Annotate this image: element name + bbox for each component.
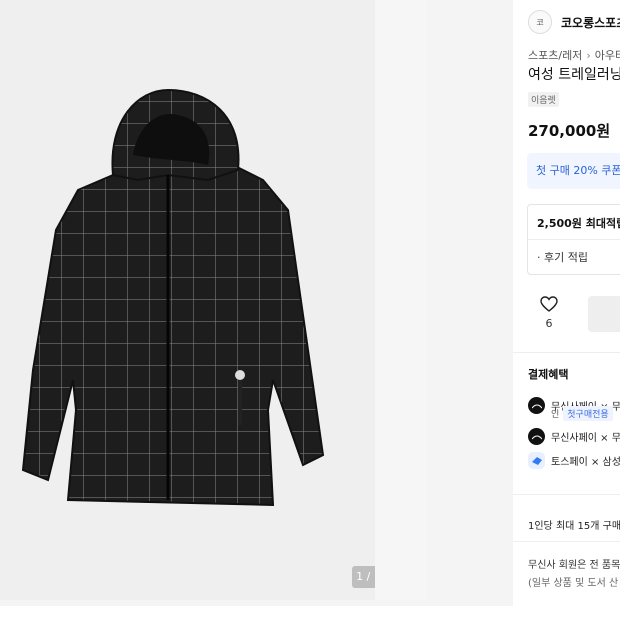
- like-count: 6: [545, 317, 553, 330]
- purchase-limit-text: 1인당 최대 15개 구매: [528, 521, 620, 532]
- first-badge-label: 첫구매전용: [563, 406, 613, 421]
- musinsa-pay-icon: [528, 428, 545, 445]
- breadcrumb-item[interactable]: 아우터: [595, 47, 620, 63]
- buy-button[interactable]: [588, 296, 620, 332]
- divider: [528, 239, 620, 240]
- chevron-right-icon: ›: [586, 48, 591, 62]
- product-title: 여성 트레일러닝: [528, 67, 620, 83]
- first-purchase-badge: 인 첫구매전용: [551, 406, 613, 421]
- brand-name[interactable]: 코오롱스포츠: [561, 14, 620, 31]
- payment-benefit-row[interactable]: 토스페이 × 삼성: [528, 452, 620, 469]
- product-page: 1 / 10 코 코오롱스포츠 스포츠/레저 › 아우터 여성 트레일러닝 이음…: [0, 0, 620, 620]
- payment-benefit-text: 무신사페이 × 무: [551, 433, 620, 444]
- breadcrumb: 스포츠/레저 › 아우터: [528, 47, 620, 63]
- page-bottom: [0, 606, 620, 620]
- divider: [513, 352, 620, 353]
- divider: [513, 494, 620, 495]
- heart-icon: [540, 296, 558, 312]
- divider: [513, 541, 620, 542]
- member-notice: 무신사 회원은 전 품목: [528, 560, 620, 571]
- brand-logo: 코: [528, 10, 552, 34]
- toss-pay-icon: [528, 452, 545, 469]
- payment-benefit-text: 토스페이 × 삼성: [551, 457, 620, 468]
- product-price: 270,000원: [528, 122, 611, 140]
- coupon-banner[interactable]: 첫 구매 20% 쿠폰 받: [527, 153, 620, 189]
- gallery-side-area: [375, 0, 427, 600]
- product-image[interactable]: [18, 80, 328, 510]
- payment-benefits-title: 결제혜택: [528, 368, 569, 381]
- musinsa-pay-icon: [528, 397, 545, 414]
- product-image-gallery[interactable]: 1 / 10: [0, 0, 412, 600]
- member-notice-sub: (일부 상품 및 도서 산: [528, 578, 619, 589]
- points-box: 2,500원 최대적립 · 후기 적립: [527, 204, 620, 275]
- payment-benefit-row[interactable]: 무신사페이 × 무: [528, 428, 620, 445]
- review-points: · 후기 적립: [537, 251, 588, 264]
- first-badge-prefix: 인: [551, 410, 560, 420]
- product-tag: 이음렛: [528, 92, 559, 107]
- points-title: 2,500원 최대적립: [537, 217, 620, 230]
- product-info-panel: 코 코오롱스포츠 스포츠/레저 › 아우터 여성 트레일러닝 이음렛 270,0…: [513, 0, 620, 606]
- brand-link[interactable]: 코 코오롱스포츠: [528, 10, 620, 34]
- like-button[interactable]: 6: [538, 296, 560, 330]
- breadcrumb-item[interactable]: 스포츠/레저: [528, 47, 582, 63]
